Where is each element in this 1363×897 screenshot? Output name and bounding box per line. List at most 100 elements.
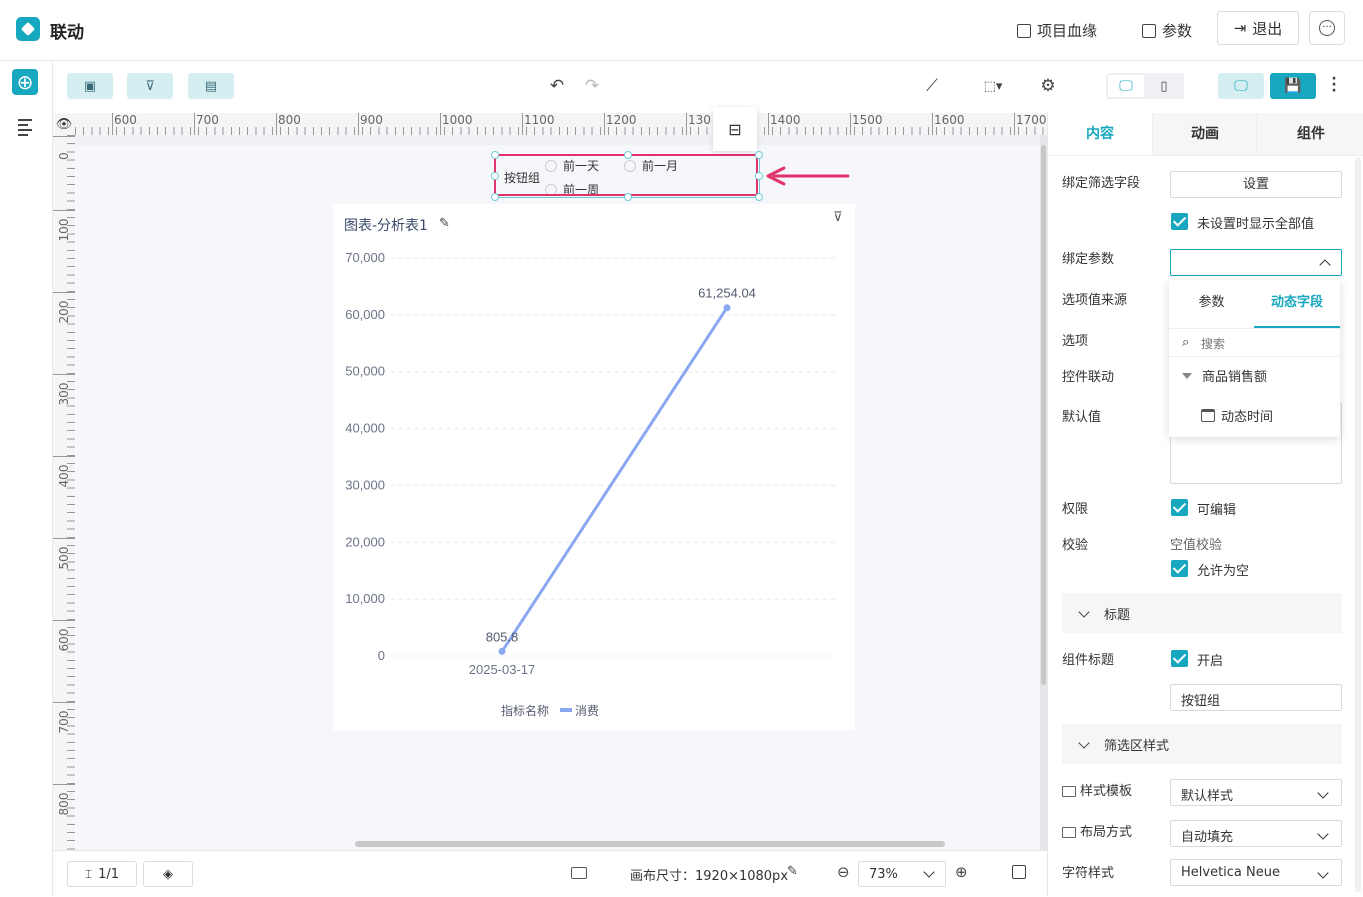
ruler-top-tick-label: 130	[688, 113, 711, 127]
layers-button[interactable]: ◈	[143, 861, 193, 887]
chevron-up-icon	[1319, 259, 1331, 271]
fit-screen-button[interactable]	[1012, 865, 1026, 879]
preview-button[interactable]: 🖵	[1218, 73, 1264, 99]
y-tick-label: 50,000	[345, 364, 385, 379]
ruler-major-tick	[53, 210, 75, 211]
toolbox-icon: ⊟	[728, 119, 742, 139]
default-value-label: 默认值	[1062, 410, 1102, 425]
allow-empty-label: 允许为空	[1197, 564, 1250, 579]
eye-icon[interactable]: 👁	[53, 113, 75, 135]
vertical-scrollbar[interactable]	[1040, 135, 1047, 850]
ruler-top-tick-label: 900	[360, 113, 383, 127]
lineage-button[interactable]: 项目血缘	[1017, 20, 1097, 41]
filter-style-section-header[interactable]: 筛选区样式	[1062, 724, 1342, 764]
title-section-label: 标题	[1104, 607, 1131, 623]
caret-down-icon	[1182, 372, 1192, 379]
outline-button[interactable]	[18, 119, 32, 136]
enable-title-checkbox[interactable]	[1171, 650, 1188, 667]
settings-button[interactable]: ⚙	[1035, 73, 1061, 99]
dropdown-field-item[interactable]: 动态时间	[1201, 406, 1273, 425]
bind-filter-label: 绑定筛选字段	[1062, 176, 1141, 191]
redo-button[interactable]: ↷	[579, 73, 605, 99]
toolbar-more-button[interactable]: · · ·	[1328, 72, 1340, 98]
tab-component[interactable]: 组件	[1256, 113, 1363, 155]
app-header: 联动 项目血缘 参数 ⇥ 退出 ···	[0, 0, 1363, 61]
ruler-top-tick-label: 1100	[524, 113, 555, 127]
layout-value: 自动填充	[1181, 830, 1234, 845]
add-component-button[interactable]: ⊕	[12, 69, 38, 95]
control-link-label: 控件联动	[1062, 370, 1115, 385]
bind-param-dropdown: 参数 动态字段 ⌕ 商品销售额 动态时间	[1169, 280, 1340, 437]
dropdown-field-label: 动态时间	[1221, 410, 1274, 425]
button-group-component[interactable]: 按钮组 前一天 前一月 前一周	[491, 151, 763, 201]
exit-button[interactable]: ⇥ 退出	[1217, 11, 1299, 45]
ruler-left-tick-label: 300	[57, 382, 71, 406]
chart-card[interactable]: 图表-分析表1 ✎ ⊽ 70,000 60,000 50,000 40,000 30,0…	[333, 204, 855, 730]
save-button[interactable]: 💾	[1270, 73, 1316, 99]
ruler-top: 👁 600 700 800 900 1000 1100 1200 130 1400 1500 160…	[53, 113, 1047, 136]
ruler-top-tick-label: 700	[196, 113, 219, 127]
dropdown-search-input[interactable]	[1199, 332, 1333, 356]
theme-button[interactable]: ⟋	[919, 73, 945, 99]
bind-param-select[interactable]	[1170, 249, 1342, 276]
font-select[interactable]: Helvetica Neue	[1170, 859, 1342, 886]
ruler-left-tick-label: 200	[57, 300, 71, 324]
style-template-select[interactable]: 默认样式	[1170, 779, 1342, 806]
zoom-select[interactable]: 73%	[858, 861, 946, 887]
zoom-in-button[interactable]: ⊕	[955, 863, 968, 881]
layout-select[interactable]: 自动填充	[1170, 820, 1342, 847]
add-table-button[interactable]: ▤	[188, 73, 234, 99]
title-section-header[interactable]: 标题	[1062, 593, 1342, 633]
validate-label: 校验	[1062, 538, 1089, 553]
ruler-top-tick-label: 1700	[1016, 113, 1047, 127]
monitor-icon	[1062, 786, 1076, 797]
data-point	[723, 304, 731, 312]
y-tick-label: 10,000	[345, 591, 385, 606]
table-add-icon: ▤	[204, 78, 218, 94]
align-button[interactable]: ⬚▾	[976, 73, 1010, 99]
page-indicator-button[interactable]: ⌶ 1/1	[67, 861, 137, 887]
ruler-major-tick	[53, 456, 75, 457]
desktop-view-button[interactable]: 🖵	[1108, 75, 1144, 97]
ruler-top-tick-label: 1000	[442, 113, 473, 127]
tab-content[interactable]: 内容	[1048, 113, 1152, 157]
allow-empty-checkbox[interactable]	[1171, 560, 1188, 577]
zoom-out-button[interactable]: ⊖	[837, 863, 850, 881]
align-icon: ⬚▾	[983, 78, 1003, 94]
save-icon: 💾	[1284, 78, 1302, 94]
dropdown-tab-params[interactable]: 参数	[1169, 280, 1254, 328]
ruler-left-tick-label: 400	[57, 464, 71, 488]
keyboard-icon[interactable]	[571, 867, 587, 879]
add-filter-button[interactable]: ⊽	[127, 73, 173, 99]
editable-checkbox[interactable]	[1171, 499, 1188, 516]
ruler-major-tick	[53, 620, 75, 621]
dropdown-group-item[interactable]: 商品销售额	[1182, 366, 1267, 385]
app-logo-icon	[16, 17, 40, 41]
properties-panel: 内容 动画 组件 绑定筛选字段 设置 未设置时显示全部值 绑定参数 选项值来源 …	[1047, 113, 1363, 896]
style-template-label: 样式模板	[1062, 780, 1132, 799]
set-button[interactable]: 设置	[1170, 171, 1342, 198]
panel-scrollbar[interactable]	[1355, 157, 1361, 892]
ruler-left: 0 100 200 300 400 500 600 700 800	[53, 135, 76, 850]
brush-icon: ⟋	[926, 76, 938, 96]
mobile-view-button[interactable]: ▯	[1146, 75, 1182, 97]
add-chart-button[interactable]: ▣	[67, 73, 113, 99]
data-label: 805.8	[486, 629, 519, 644]
show-all-checkbox[interactable]	[1171, 213, 1188, 230]
permission-label: 权限	[1062, 502, 1089, 517]
chevron-down-icon	[1317, 867, 1329, 879]
component-title-input[interactable]: 按钮组	[1170, 684, 1342, 711]
lineage-label: 项目血缘	[1037, 22, 1098, 40]
edit-canvas-size-icon[interactable]: ✎	[787, 864, 798, 879]
params-button[interactable]: 参数	[1142, 20, 1192, 41]
dropdown-tab-dynamic-field[interactable]: 动态字段	[1254, 280, 1340, 328]
chart-add-icon: ▣	[83, 78, 97, 94]
tab-animation[interactable]: 动画	[1152, 113, 1257, 155]
more-options-button[interactable]: ···	[1309, 11, 1345, 45]
horizontal-scrollbar[interactable]	[355, 841, 945, 847]
bind-param-label: 绑定参数	[1062, 252, 1115, 267]
undo-button[interactable]: ↶	[544, 73, 570, 99]
dropdown-group-label: 商品销售额	[1202, 370, 1268, 385]
component-toolbox-button[interactable]: ⊟	[713, 107, 757, 151]
enable-title-label: 开启	[1197, 654, 1224, 669]
